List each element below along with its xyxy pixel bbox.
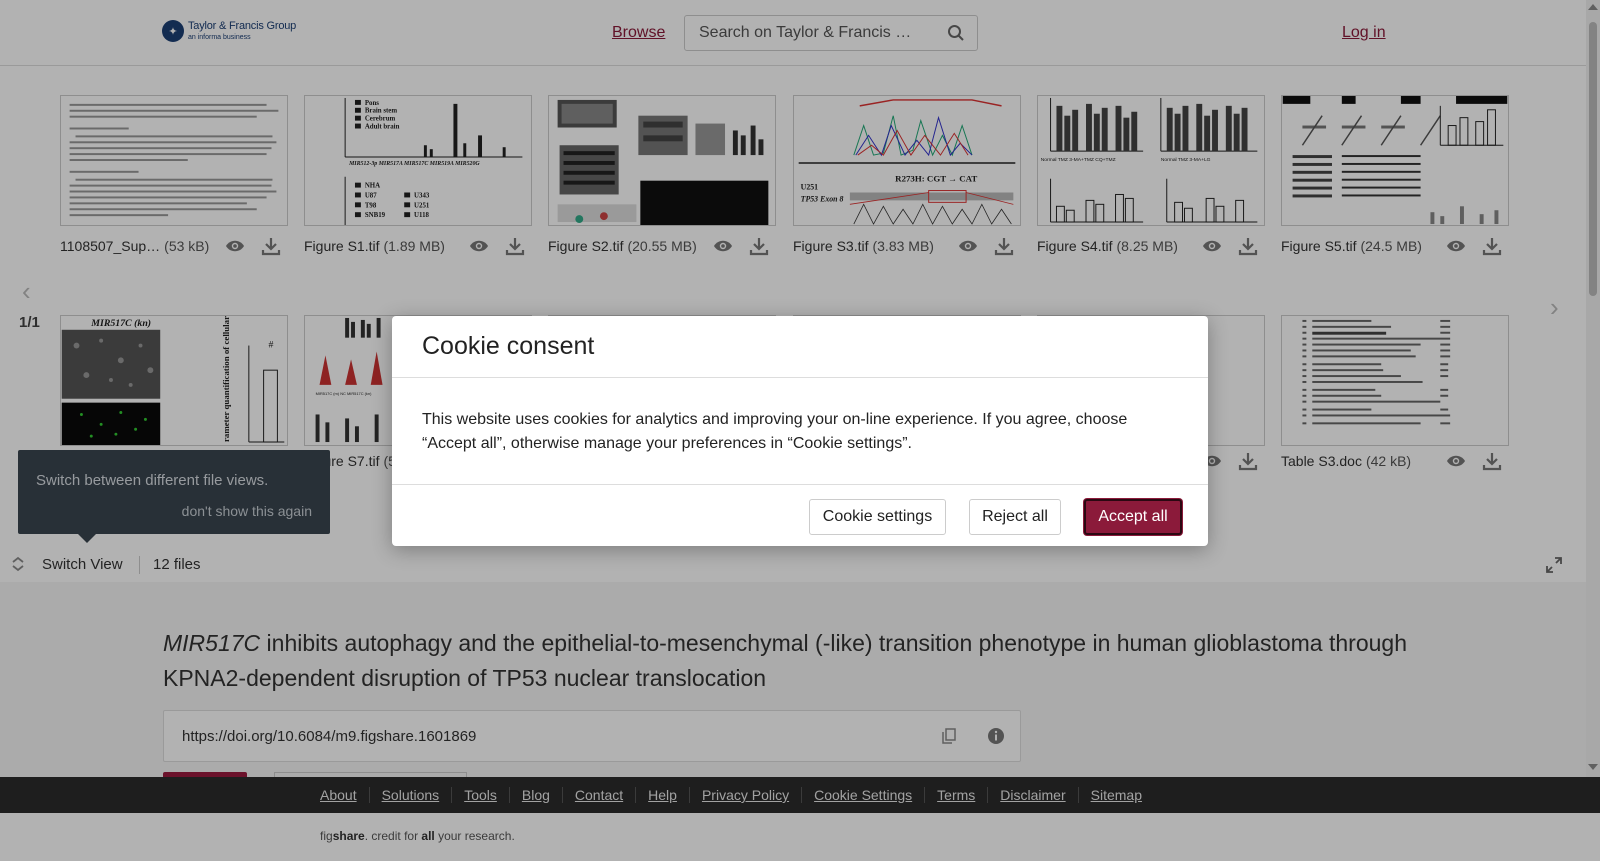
dialog-divider [392, 484, 1208, 485]
accept-all-button[interactable]: Accept all [1084, 499, 1182, 535]
reject-all-button[interactable]: Reject all [969, 499, 1061, 535]
dialog-title: Cookie consent [422, 332, 595, 360]
cookie-consent-dialog: Cookie consent This website uses cookies… [392, 316, 1208, 546]
dialog-divider [392, 377, 1208, 378]
cookie-settings-button[interactable]: Cookie settings [809, 499, 946, 535]
dialog-body: This website uses cookies for analytics … [422, 411, 1128, 452]
